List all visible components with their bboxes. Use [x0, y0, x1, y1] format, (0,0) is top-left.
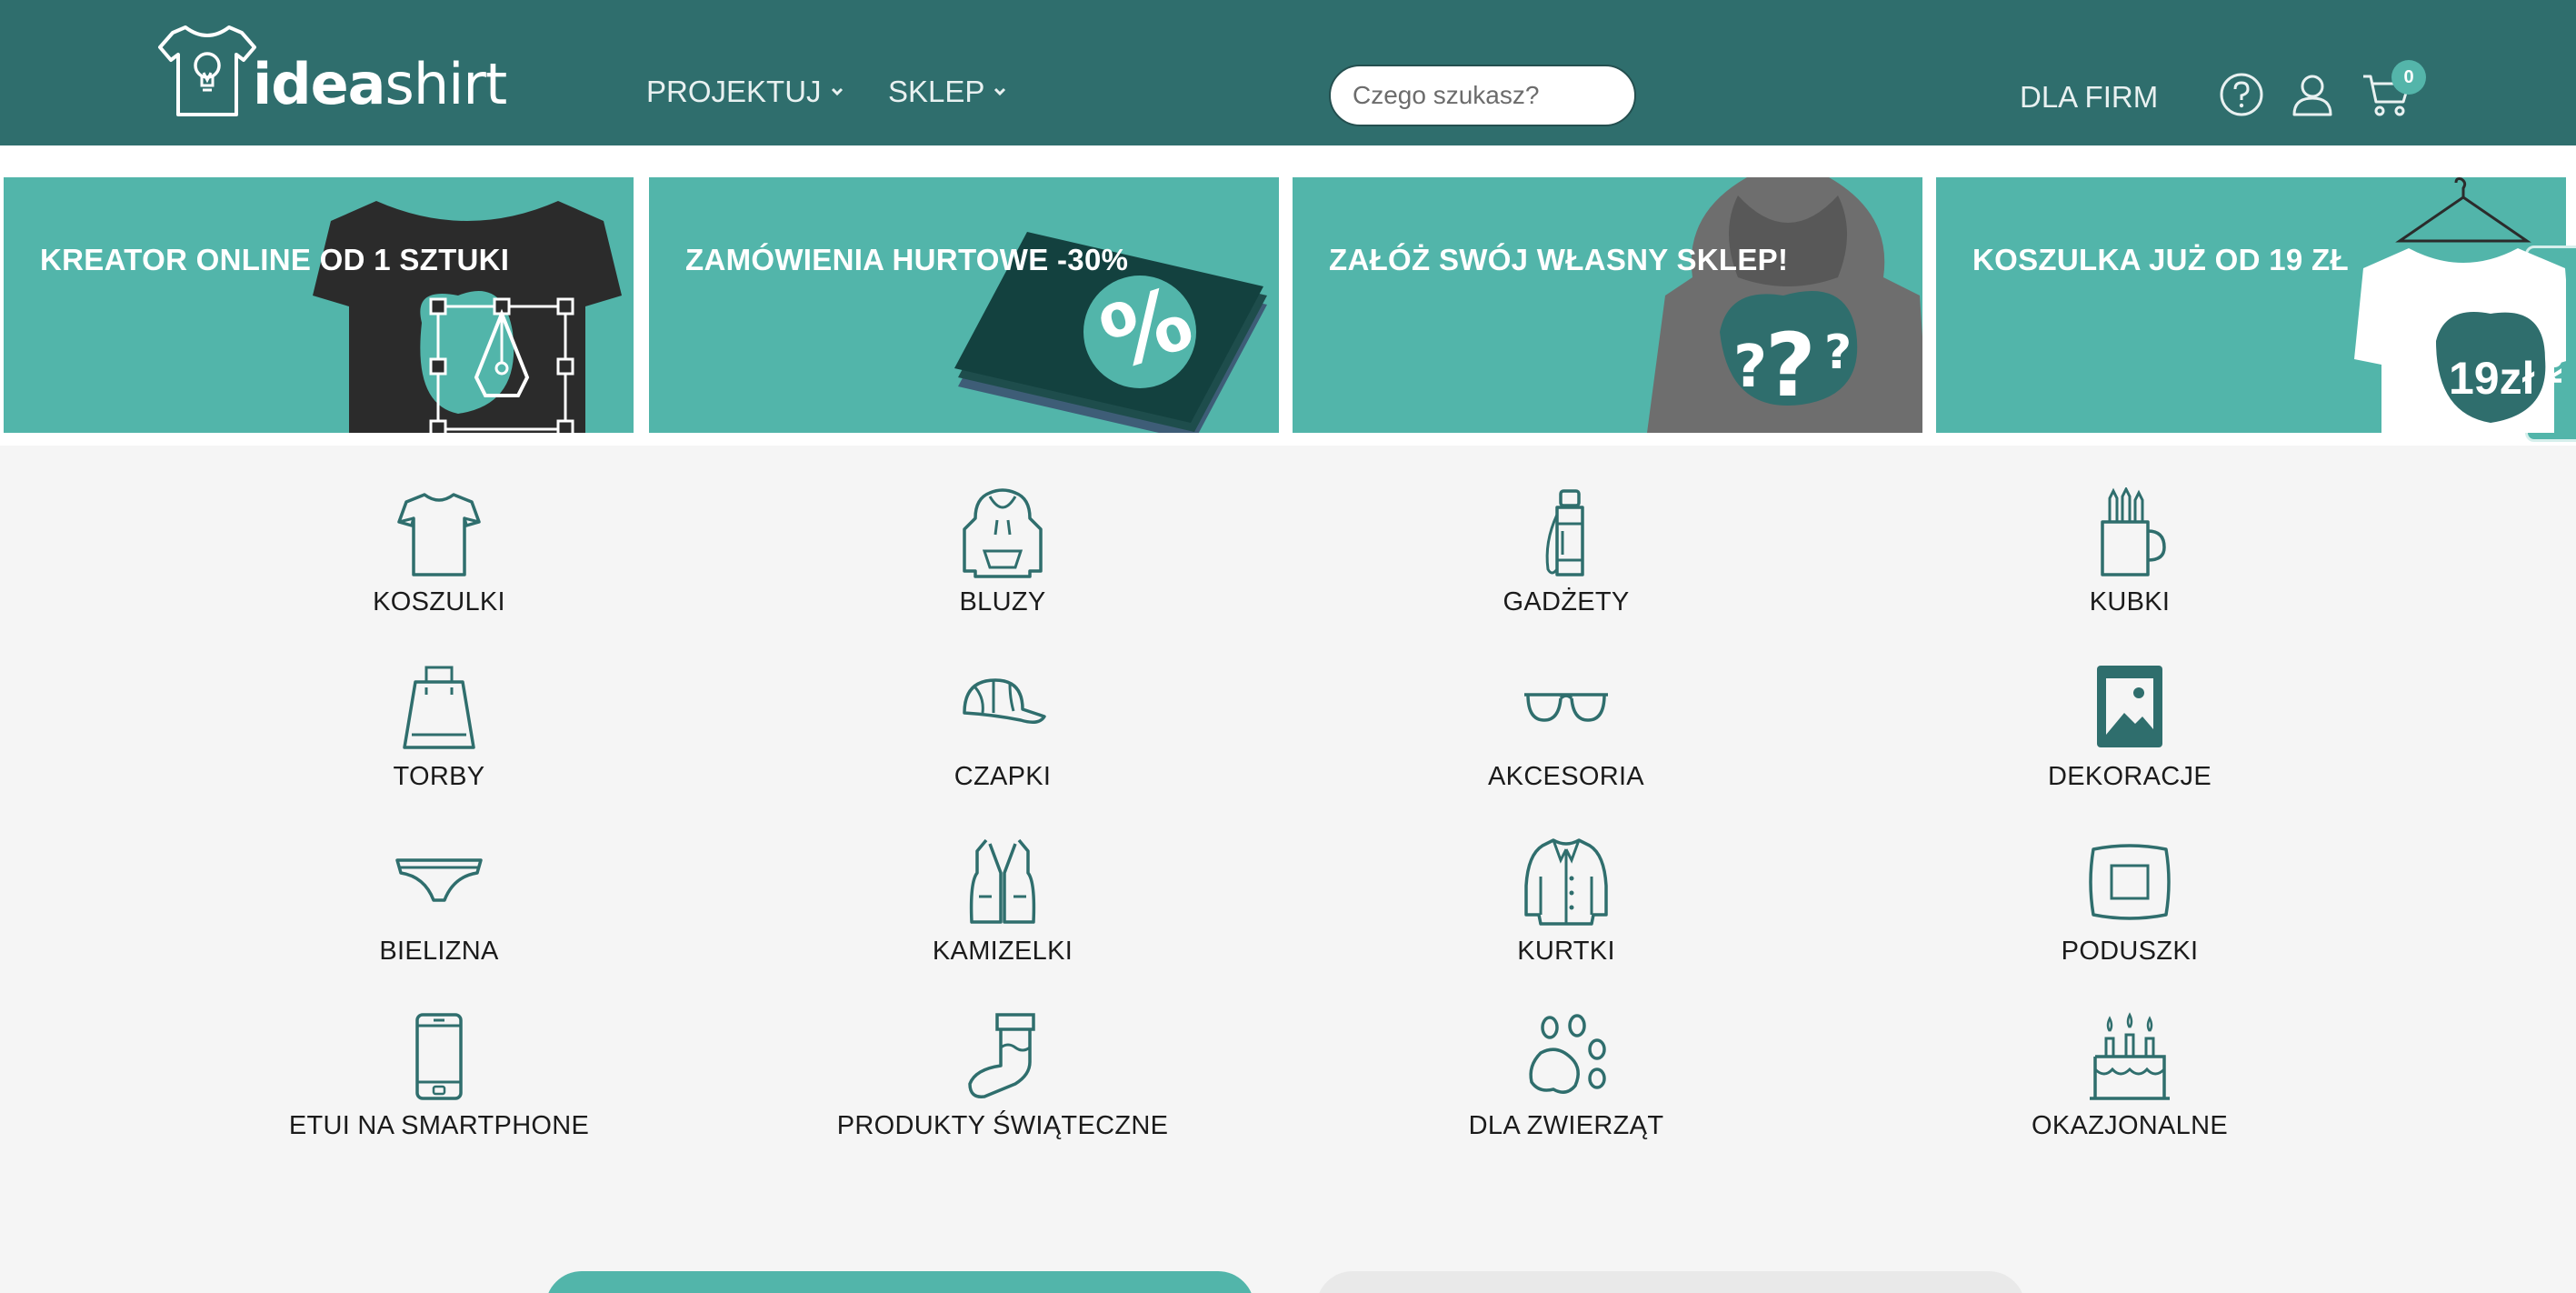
christmas-stocking-icon: [968, 1013, 1035, 1098]
underwear-icon: [395, 858, 483, 902]
banner-zamowienia-hurtowe[interactable]: ZAMÓWIENIA HURTOWE -30% %: [649, 177, 1279, 433]
category-etui-na-smartphone[interactable]: ETUI NA SMARTPHONE: [212, 1011, 666, 1175]
site-header: ideashirt PROJEKTUJ SKLEP DLA FIRM 0: [0, 0, 2576, 145]
category-bluzy[interactable]: BLUZY: [775, 487, 1230, 651]
logo[interactable]: ideashirt: [155, 13, 507, 122]
category-okazjonalne[interactable]: OKAZJONALNE: [1902, 1011, 2357, 1175]
svg-text:?: ?: [1824, 326, 1852, 380]
banner-wlasny-sklep[interactable]: ZAŁÓŻ SWÓJ WŁASNY SKLEP! ? ? ?: [1293, 177, 1922, 433]
category-label: CZAPKI: [954, 762, 1052, 791]
banner-text: ZAŁÓŻ SWÓJ WŁASNY SKLEP!: [1329, 243, 1789, 276]
chevron-down-icon: [831, 87, 843, 96]
category-produkty-swiateczne[interactable]: PRODUKTY ŚWIĄTECZNE: [775, 1011, 1230, 1175]
jacket-icon: [1524, 838, 1608, 926]
category-label: PRODUKTY ŚWIĄTECZNE: [836, 1111, 1169, 1140]
bottom-button-secondary[interactable]: [1316, 1271, 2025, 1293]
vest-icon: [969, 838, 1036, 924]
category-label: BLUZY: [959, 587, 1046, 616]
category-label: KOSZULKI: [373, 587, 505, 616]
category-label: TORBY: [393, 762, 485, 791]
category-label: PODUSZKI: [2061, 937, 2199, 966]
help-icon[interactable]: [2218, 71, 2265, 118]
logo-text-bold: idea: [253, 51, 386, 117]
hoodie-icon: [963, 488, 1043, 578]
framed-picture-icon: [2097, 666, 2162, 747]
category-label: GADŻETY: [1503, 587, 1630, 616]
tshirt-pen-tool-image: [313, 201, 622, 433]
birthday-cake-icon: [2090, 1012, 2170, 1100]
user-icon[interactable]: [2289, 71, 2336, 118]
nav-sklep[interactable]: SKLEP: [888, 75, 1006, 109]
category-kurtki[interactable]: KURTKI: [1339, 837, 1793, 1000]
search-input[interactable]: [1329, 65, 1636, 126]
tshirt-icon: [397, 493, 481, 576]
category-label: DEKORACJE: [2048, 762, 2212, 791]
sunglasses-icon: [1524, 693, 1608, 722]
category-label: AKCESORIA: [1488, 762, 1644, 791]
banner-text: ZAMÓWIENIA HURTOWE -30%: [685, 243, 1129, 276]
smartphone-icon: [415, 1013, 463, 1100]
category-kubki[interactable]: KUBKI: [1902, 487, 2357, 651]
category-bielizna[interactable]: BIELIZNA: [212, 837, 666, 1000]
banner-text: KREATOR ONLINE OD 1 SZTUKI: [40, 243, 510, 276]
logo-tshirt-bulb-icon: [158, 25, 256, 116]
category-label: BIELIZNA: [379, 937, 499, 966]
category-koszulki[interactable]: KOSZULKI: [212, 487, 666, 651]
svg-text:?: ?: [1765, 315, 1816, 416]
price-badge: 19zł: [2449, 353, 2535, 404]
category-akcesoria[interactable]: AKCESORIA: [1339, 662, 1793, 826]
mug-pens-icon: [2101, 487, 2166, 576]
logo-wordmark: ideashirt: [253, 56, 507, 122]
svg-text:?: ?: [1733, 334, 1767, 401]
category-label: KAMIZELKI: [932, 937, 1073, 966]
paw-icon: [1529, 1014, 1606, 1094]
category-label: OKAZJONALNE: [2031, 1111, 2228, 1140]
category-label: KUBKI: [2089, 587, 2171, 616]
nav-projektuj-label: PROJEKTUJ: [646, 75, 822, 108]
pillow-icon: [2089, 844, 2171, 920]
bottom-button-primary[interactable]: [545, 1271, 1254, 1293]
nav-projektuj[interactable]: PROJEKTUJ: [646, 75, 844, 109]
category-torby[interactable]: TORBY: [212, 662, 666, 826]
category-kamizelki[interactable]: KAMIZELKI: [775, 837, 1230, 1000]
hoodie-question-image: ? ? ?: [1647, 177, 1922, 433]
logo-text-regular: shirt: [384, 51, 508, 117]
category-label: DLA ZWIERZĄT: [1468, 1111, 1664, 1140]
category-czapki[interactable]: CZAPKI: [775, 662, 1230, 826]
thermos-icon: [1545, 489, 1584, 576]
banner-text: KOSZULKA JUŻ OD 19 ZŁ: [1972, 243, 2349, 276]
chevron-down-icon: [994, 87, 1006, 96]
category-gadzety[interactable]: GADŻETY: [1339, 487, 1793, 651]
category-label: KURTKI: [1517, 937, 1615, 966]
cart-count-badge: 0: [2391, 60, 2426, 95]
category-poduszki[interactable]: PODUSZKI: [1902, 837, 2357, 1000]
banner-koszulka-19zl[interactable]: KOSZULKA JUŻ OD 19 ZŁ 19zł: [1936, 177, 2566, 433]
banner-kreator-online[interactable]: KREATOR ONLINE OD 1 SZTUKI: [4, 177, 634, 433]
category-label: ETUI NA SMARTPHONE: [288, 1111, 590, 1140]
bag-icon: [403, 666, 475, 749]
category-dekoracje[interactable]: DEKORACJE: [1902, 662, 2357, 826]
nav-sklep-label: SKLEP: [888, 75, 985, 108]
dla-firm-link[interactable]: DLA FIRM: [2020, 80, 2158, 115]
category-dla-zwierzat[interactable]: DLA ZWIERZĄT: [1339, 1011, 1793, 1175]
cap-icon: [963, 678, 1046, 724]
